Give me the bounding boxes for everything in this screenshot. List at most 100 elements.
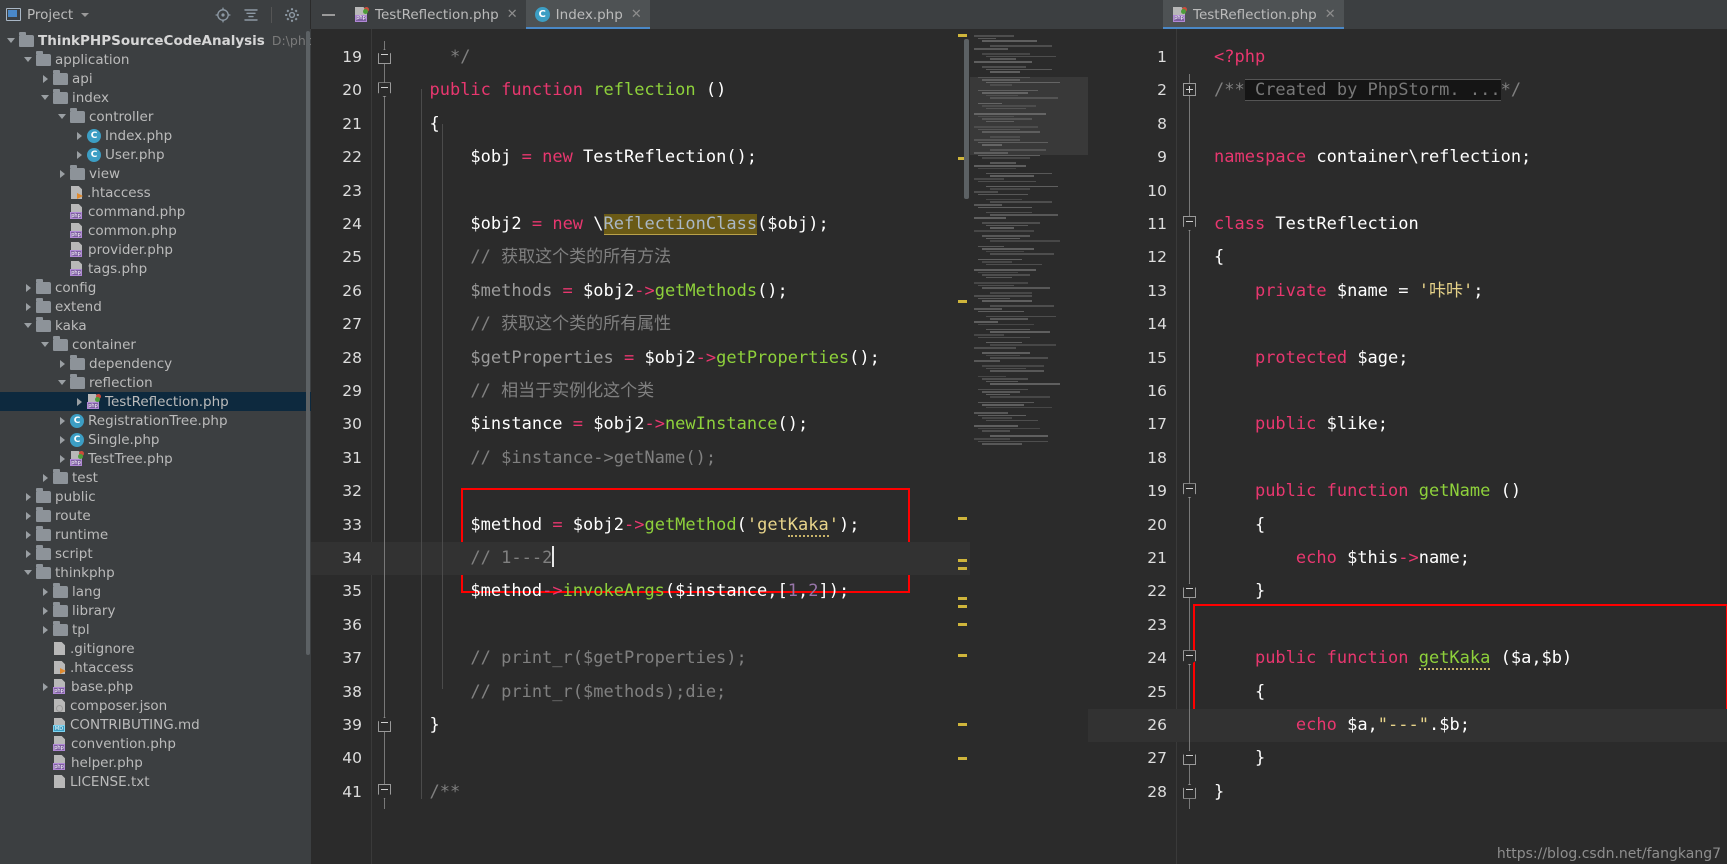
fold-gutter[interactable] <box>371 709 399 743</box>
tree-item-testreflection-php[interactable]: php TestReflection.php <box>0 392 311 411</box>
fold-gutter[interactable] <box>1176 241 1204 275</box>
tree-item--gitignore[interactable]: .gitignore <box>0 639 311 658</box>
fold-gutter[interactable] <box>371 775 399 810</box>
tree-item--htaccess[interactable]: .htaccess <box>0 183 311 202</box>
chevron-right-icon[interactable] <box>40 472 51 483</box>
fold-gutter[interactable] <box>1176 341 1204 375</box>
tree-item-provider-php[interactable]: php provider.php <box>0 240 311 259</box>
fold-start-icon[interactable] <box>1183 216 1196 231</box>
fold-gutter[interactable] <box>371 107 399 142</box>
code-line[interactable]: 11 class TestReflection <box>1088 208 1727 242</box>
fold-gutter[interactable] <box>371 41 399 75</box>
fold-start-icon[interactable] <box>1183 650 1196 666</box>
project-tool-window-button[interactable]: Project <box>6 7 215 23</box>
editor-testreflection-php[interactable]: 1 <?php 2 /** Created by PhpStorm. ...*/ 8 9 n… <box>1088 29 1727 864</box>
gear-icon[interactable] <box>284 7 300 23</box>
fold-gutter[interactable] <box>1176 107 1204 142</box>
tree-item-common-php[interactable]: php common.php <box>0 221 311 240</box>
tree-item-convention-php[interactable]: php convention.php <box>0 734 311 753</box>
close-icon[interactable]: ✕ <box>1325 7 1336 22</box>
collapse-all-icon[interactable] <box>243 7 259 23</box>
fold-gutter[interactable] <box>1176 642 1204 676</box>
code-line[interactable]: 21 echo $this->name; <box>1088 542 1727 576</box>
tree-item-index[interactable]: index <box>0 88 311 107</box>
fold-gutter[interactable] <box>1176 542 1204 576</box>
fold-end-icon[interactable] <box>378 49 391 64</box>
tree-item-extend[interactable]: extend <box>0 297 311 316</box>
fold-gutter[interactable] <box>1176 675 1204 709</box>
project-tree[interactable]: ThinkPHPSourceCodeAnalysisD:\phpstudy_pr… <box>0 29 311 864</box>
code-line[interactable]: 24 public function getKaka ($a,$b) <box>1088 642 1727 676</box>
close-icon[interactable]: ✕ <box>631 7 642 22</box>
editor-index-php[interactable]: 19 */20 public function reflection () 21 … <box>311 29 1088 864</box>
chevron-right-icon[interactable] <box>23 510 34 521</box>
code-area-right[interactable]: 1 <?php 2 /** Created by PhpStorm. ...*/ 8 9 n… <box>1088 29 1727 864</box>
tree-item-single-php[interactable]: C Single.php <box>0 430 311 449</box>
fold-gutter[interactable] <box>1176 775 1204 810</box>
tree-item-controller[interactable]: controller <box>0 107 311 126</box>
fold-gutter[interactable] <box>1176 375 1204 409</box>
editor-scrollbar[interactable] <box>963 29 970 864</box>
chevron-down-icon[interactable] <box>57 377 68 388</box>
minimize-icon[interactable] <box>311 0 345 29</box>
tree-item-command-php[interactable]: php command.php <box>0 202 311 221</box>
code-line[interactable]: 19 public function getName () <box>1088 475 1727 509</box>
code-line[interactable]: 12 { <box>1088 241 1727 275</box>
fold-gutter[interactable] <box>1176 174 1204 208</box>
chevron-right-icon[interactable] <box>40 73 51 84</box>
tree-item-contributing-md[interactable]: MD CONTRIBUTING.md <box>0 715 311 734</box>
chevron-down-icon[interactable] <box>23 54 34 65</box>
chevron-down-icon[interactable] <box>81 12 90 17</box>
chevron-down-icon[interactable] <box>40 339 51 350</box>
tree-item-public[interactable]: public <box>0 487 311 506</box>
tree-item-test[interactable]: test <box>0 468 311 487</box>
tree-item-index-php[interactable]: C Index.php <box>0 126 311 145</box>
fold-gutter[interactable] <box>371 74 399 108</box>
fold-gutter[interactable] <box>1176 74 1204 108</box>
crosshair-target-icon[interactable] <box>215 7 231 23</box>
code-line[interactable]: 20 { <box>1088 508 1727 542</box>
tree-item-view[interactable]: view <box>0 164 311 183</box>
tree-item-script[interactable]: script <box>0 544 311 563</box>
fold-start-icon[interactable] <box>1183 483 1196 499</box>
fold-gutter[interactable] <box>371 441 399 476</box>
chevron-right-icon[interactable] <box>57 415 68 426</box>
fold-gutter[interactable] <box>1176 408 1204 442</box>
chevron-down-icon[interactable] <box>40 92 51 103</box>
chevron-down-icon[interactable] <box>23 320 34 331</box>
fold-gutter[interactable] <box>371 508 399 542</box>
fold-gutter[interactable] <box>371 475 399 509</box>
code-line[interactable]: 28} <box>1088 775 1727 810</box>
code-line[interactable]: 9 namespace container\reflection; <box>1088 141 1727 175</box>
tree-item-reflection[interactable]: reflection <box>0 373 311 392</box>
code-line[interactable]: 15 protected $age; <box>1088 341 1727 375</box>
code-line[interactable]: 26 echo $a,"---".$b; <box>1088 709 1727 743</box>
code-line[interactable]: 17 public $like; <box>1088 408 1727 442</box>
fold-gutter[interactable] <box>371 141 399 175</box>
code-minimap-left[interactable] <box>970 29 1088 864</box>
tree-item-api[interactable]: api <box>0 69 311 88</box>
fold-gutter[interactable] <box>371 742 399 776</box>
tree-item-application[interactable]: application <box>0 50 311 69</box>
code-line[interactable]: 13 private $name = '咔咔'; <box>1088 274 1727 309</box>
tab-testreflection-php-right[interactable]: TestReflection.php ✕ <box>1163 0 1344 29</box>
tree-item-thinkphp[interactable]: thinkphp <box>0 563 311 582</box>
chevron-right-icon[interactable] <box>23 529 34 540</box>
code-line[interactable]: 22 } <box>1088 575 1727 609</box>
tab-index-php[interactable]: C Index.php ✕ <box>525 0 650 29</box>
chevron-right-icon[interactable] <box>23 491 34 502</box>
code-line[interactable]: 18 <box>1088 441 1727 476</box>
fold-gutter[interactable] <box>371 308 399 342</box>
fold-gutter[interactable] <box>1176 441 1204 476</box>
folded-comment[interactable]: Created by PhpStorm. ... <box>1244 79 1501 102</box>
code-line[interactable]: 1 <?php <box>1088 41 1727 74</box>
chevron-down-icon[interactable] <box>6 35 17 46</box>
unfold-icon[interactable] <box>1183 83 1196 97</box>
tree-item-helper-php[interactable]: php helper.php <box>0 753 311 772</box>
tree-item-base-php[interactable]: php base.php <box>0 677 311 696</box>
code-line[interactable]: 25 { <box>1088 675 1727 709</box>
chevron-right-icon[interactable] <box>23 301 34 312</box>
tree-item-tags-php[interactable]: php tags.php <box>0 259 311 278</box>
fold-gutter[interactable] <box>371 408 399 442</box>
fold-gutter[interactable] <box>371 375 399 409</box>
